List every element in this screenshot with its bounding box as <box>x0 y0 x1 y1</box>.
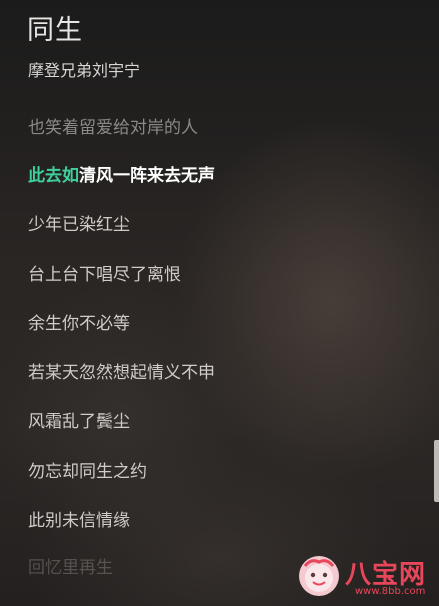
watermark: 八宝网 www.8bb.com <box>297 554 427 600</box>
lyrics-list[interactable]: 也笑着留爱给对岸的人 此去如清风一阵来去无声 少年已染红尘 台上台下唱尽了离恨 … <box>28 0 408 606</box>
lyric-line[interactable]: 风霜乱了鬓尘 <box>28 407 130 432</box>
lyric-line[interactable]: 少年已染红尘 <box>28 210 130 235</box>
watermark-logo-icon <box>299 556 339 596</box>
lyric-line[interactable]: 余生你不必等 <box>28 309 130 334</box>
lyric-unplayed-part: 清风一阵来去无声 <box>79 166 215 186</box>
lyric-line-faded[interactable]: 回忆里再生 <box>28 553 113 578</box>
watermark-url: www.8bb.com <box>355 586 426 597</box>
lyric-played-part: 此去如 <box>28 166 79 186</box>
lyric-line-current[interactable]: 此去如清风一阵来去无声 <box>28 161 215 186</box>
lyric-line[interactable]: 勿忘却同生之约 <box>28 457 147 482</box>
lyric-line-previous[interactable]: 也笑着留爱给对岸的人 <box>28 113 198 138</box>
lyric-line[interactable]: 台上台下唱尽了离恨 <box>28 260 181 285</box>
lyric-line[interactable]: 此别未信情缘 <box>28 506 130 531</box>
lyric-line[interactable]: 若某天忽然想起情义不申 <box>28 358 215 383</box>
scrollbar-thumb[interactable] <box>434 440 439 502</box>
lyrics-screen: 同生 摩登兄弟刘宇宁 也笑着留爱给对岸的人 此去如清风一阵来去无声 少年已染红尘… <box>0 0 439 606</box>
